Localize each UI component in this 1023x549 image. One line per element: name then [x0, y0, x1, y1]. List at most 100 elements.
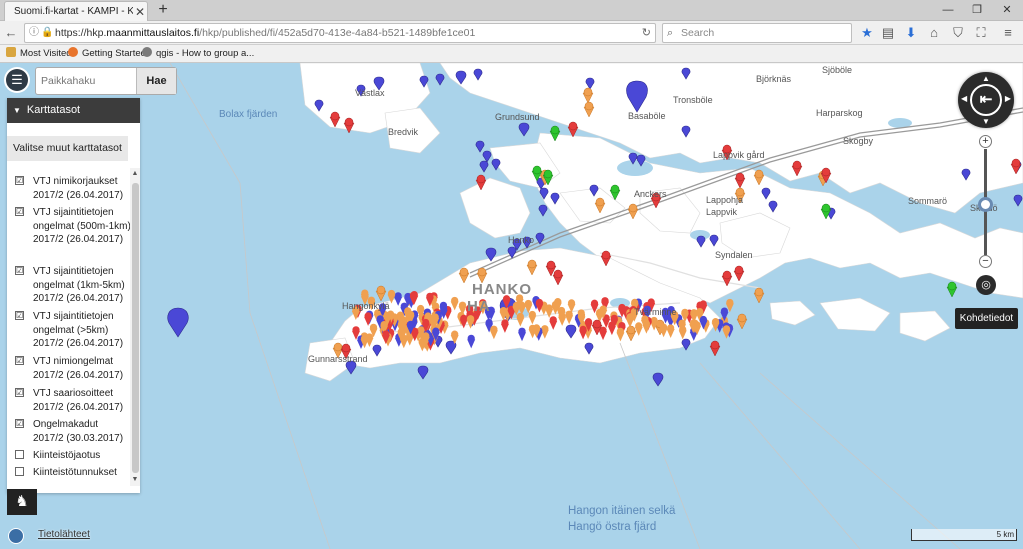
scroll-thumb[interactable]: [132, 183, 139, 473]
zoom-slider-handle[interactable]: [978, 197, 993, 212]
restore-icon[interactable]: ❐: [964, 2, 990, 18]
map-pin-head: [551, 300, 560, 309]
magnifier-icon: ⌕: [667, 27, 674, 39]
map-pin-head: [405, 310, 413, 318]
map-pin-head: [660, 323, 668, 331]
map-pin-head: [518, 327, 526, 335]
map-pin-head: [432, 327, 440, 335]
pan-right-icon[interactable]: ▶: [1005, 94, 1011, 103]
map-pin-head: [689, 319, 697, 327]
browser-search-field[interactable]: ⌕ Search: [662, 23, 852, 43]
close-tab-icon[interactable]: ✕: [133, 5, 147, 19]
layer-checkbox[interactable]: ☑: [15, 207, 24, 216]
place-label: Björknäs: [756, 74, 792, 84]
menu-icon[interactable]: ≡: [999, 24, 1017, 42]
scroll-up-icon[interactable]: ▲: [131, 170, 139, 178]
reading-list-icon[interactable]: ▤: [879, 24, 897, 42]
layer-checkbox[interactable]: ☑: [15, 311, 24, 320]
layer-panel-header[interactable]: ▼ Karttatasot: [7, 98, 140, 123]
reload-icon[interactable]: ↻: [642, 24, 651, 42]
place-label: Skogby: [843, 136, 874, 146]
minimize-icon[interactable]: —: [935, 2, 961, 18]
layer-checkbox[interactable]: ☑: [15, 388, 24, 397]
bookmark-getting-started[interactable]: Getting Started: [68, 45, 146, 63]
map-pin-head: [361, 291, 369, 300]
layer-list: ☑ VTJ nimikorjaukset 2017/2 (26.04.2017) …: [7, 168, 131, 486]
close-window-icon[interactable]: ✕: [994, 2, 1020, 18]
zoom-in-button[interactable]: +: [979, 135, 992, 148]
map-pin-head: [382, 330, 390, 338]
other-map-layers-button[interactable]: Valitse muut karttatasot: [7, 136, 128, 161]
map-pin-head: [647, 298, 655, 306]
bookmark-star-icon[interactable]: ★: [858, 24, 876, 42]
hamburger-icon: ☰: [11, 72, 23, 87]
compass-control[interactable]: ▲ ▼ ◀ ▶ ⇤: [958, 72, 1014, 128]
map-pin-head: [440, 305, 448, 313]
map-pin-head: [364, 312, 372, 320]
layer-panel-title: Karttatasot: [26, 104, 81, 116]
layer-scrollbar[interactable]: ▲ ▼: [130, 168, 140, 486]
pan-left-icon[interactable]: ◀: [961, 94, 967, 103]
url-path: /hkp/published/fi/452a5d70-413e-4a84-b52…: [199, 27, 476, 39]
map-pin-head: [565, 310, 573, 318]
browser-tab[interactable]: Suomi.fi-kartat - KAMPI - Karttat ✕: [4, 1, 148, 21]
bookmarks-toolbar: Most Visited Getting Started qgis - How …: [0, 45, 1023, 63]
water-label: Hangon itäinen selkä: [568, 505, 676, 517]
map-pin-head: [409, 291, 418, 299]
map-pin-head: [616, 327, 625, 335]
place-label: Tronsböle: [673, 95, 713, 105]
layer-checkbox[interactable]: ☑: [15, 266, 24, 275]
layer-label: VTJ sijaintitietojen ongelmat (>5km) 201…: [33, 311, 124, 349]
back-icon[interactable]: ←: [2, 24, 20, 42]
new-tab-button[interactable]: +: [154, 1, 172, 19]
feature-info-tooltip: Kohdetiedot: [955, 308, 1018, 329]
map-pin-head: [549, 316, 557, 324]
map-pin-head: [512, 301, 520, 310]
scroll-down-icon[interactable]: ▼: [131, 476, 139, 484]
info-icon[interactable]: ⓘ: [29, 24, 39, 42]
map-pin-head: [678, 319, 686, 327]
layer-checkbox[interactable]: [15, 450, 24, 459]
layer-checkbox[interactable]: ☑: [15, 356, 24, 365]
map-pin-head: [365, 333, 374, 341]
place-label: Lappvik: [706, 207, 738, 217]
pocket-icon[interactable]: ⛉: [949, 24, 967, 42]
map-view[interactable]: Västlax Bredvik Grundsund Basaböle Trons…: [0, 63, 1023, 549]
search-button[interactable]: Hae: [136, 68, 176, 94]
screenshot-icon[interactable]: ⛶: [972, 24, 990, 42]
rotate-icon[interactable]: ⇤: [970, 84, 1002, 116]
pan-up-icon[interactable]: ▲: [982, 74, 990, 83]
map-pin-head: [490, 325, 498, 333]
bookmark-most-visited[interactable]: Most Visited: [6, 45, 72, 63]
globe-icon: [8, 528, 24, 544]
figure-icon: ♞: [15, 493, 29, 510]
map-pin-head: [584, 318, 593, 326]
map-pin-head: [577, 311, 586, 320]
place-label: Tvärminne: [634, 307, 677, 317]
main-menu-button[interactable]: ☰: [6, 69, 28, 91]
browser-search-placeholder: Search: [681, 27, 715, 39]
bookmark-qgis[interactable]: qgis - How to group a...: [142, 45, 254, 63]
url-domain: maanmittauslaitos.fi: [106, 27, 200, 39]
place-search-input[interactable]: [36, 68, 138, 94]
map-pin-head: [524, 299, 532, 308]
downloads-icon[interactable]: ⬇: [902, 24, 920, 42]
map-pin-head: [720, 307, 729, 315]
tab-bar: Suomi.fi-kartat - KAMPI - Karttat ✕ + — …: [0, 0, 1023, 21]
pan-down-icon[interactable]: ▼: [982, 117, 990, 126]
map-pin-head: [467, 334, 475, 342]
navigation-bar: ← ⓘ 🔒 https://hkp.maanmittauslaitos.fi/h…: [0, 21, 1023, 45]
map-pin-head: [394, 292, 402, 300]
place-label: Anckers: [634, 189, 667, 199]
layer-checkbox[interactable]: ☑: [15, 419, 24, 428]
zoom-out-button[interactable]: −: [979, 255, 992, 268]
map-pin-head: [610, 314, 618, 322]
map-pin-head: [397, 320, 405, 328]
url-bar[interactable]: ⓘ 🔒 https://hkp.maanmittauslaitos.fi/hkp…: [24, 23, 656, 43]
locate-button[interactable]: ◎: [976, 275, 996, 295]
layer-checkbox[interactable]: [15, 467, 24, 476]
tools-button[interactable]: ♞: [7, 489, 37, 515]
data-sources-link[interactable]: Tietolähteet: [38, 529, 90, 540]
layer-checkbox[interactable]: ☑: [15, 176, 24, 185]
home-icon[interactable]: ⌂: [925, 24, 943, 42]
